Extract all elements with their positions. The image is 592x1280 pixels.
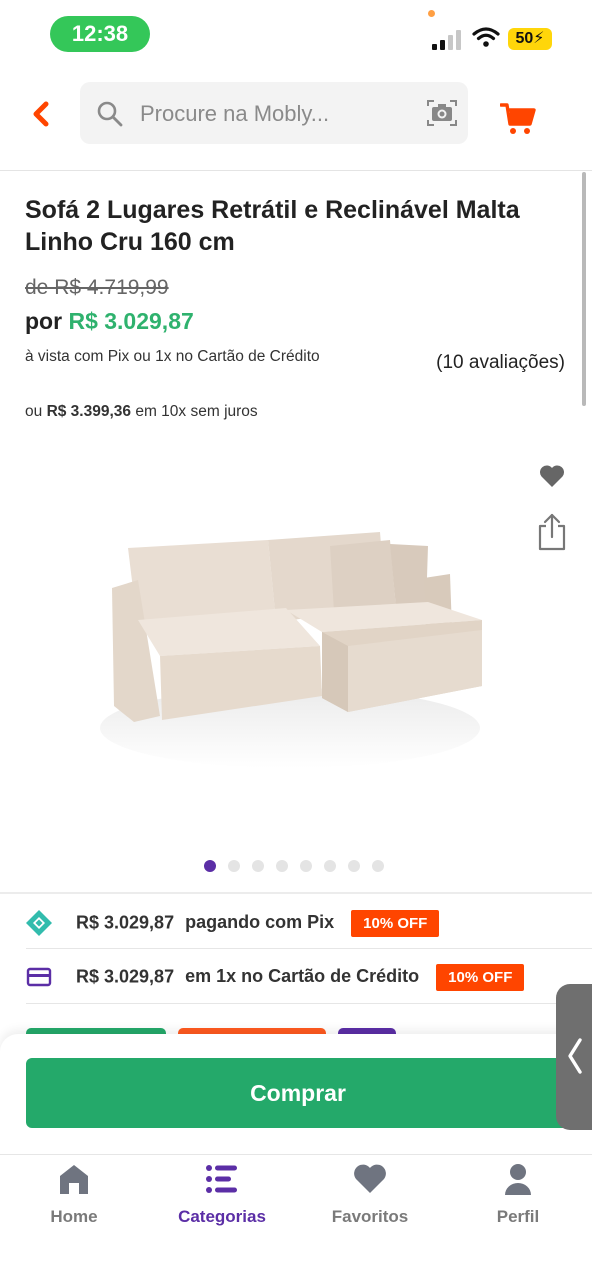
pix-amount: R$ 3.029,87: [76, 912, 175, 933]
section-divider: [0, 892, 592, 894]
nav-favoritos[interactable]: Favoritos: [300, 1161, 440, 1241]
list-icon: [206, 1165, 237, 1193]
nav-perfil[interactable]: Perfil: [448, 1161, 588, 1241]
pix-discount-badge: 10% OFF: [351, 910, 440, 937]
price-value: R$ 3.029,87: [68, 308, 194, 334]
pix-price: R$ 3.029,87 pagando com Pix 10% OFF: [76, 910, 440, 937]
installment-suffix: em 10x sem juros: [135, 403, 258, 420]
nav-perfil-label: Perfil: [496, 1207, 540, 1226]
current-price: por R$ 3.029,87: [25, 308, 194, 335]
side-panel-tab[interactable]: [556, 984, 592, 1130]
gallery-dot[interactable]: [252, 860, 264, 872]
installment-info: ou R$ 3.399,36 em 10x sem juros: [25, 403, 258, 421]
nav-favoritos-label: Favoritos: [331, 1207, 409, 1226]
gallery-dot[interactable]: [276, 860, 288, 872]
gallery-dot[interactable]: [228, 860, 240, 872]
row-divider: [26, 1003, 592, 1004]
favorite-heart-icon[interactable]: [538, 462, 566, 490]
gallery-dot[interactable]: [372, 860, 384, 872]
gallery-dot[interactable]: [204, 860, 216, 872]
nav-home[interactable]: Home: [4, 1161, 144, 1241]
status-bar: 12:38 50⚡: [0, 0, 592, 70]
camera-icon[interactable]: [426, 98, 458, 128]
pix-payment-note: à vista com Pix ou 1x no Cartão de Crédi…: [25, 348, 320, 365]
buy-button[interactable]: Comprar: [26, 1058, 570, 1128]
nav-categorias-label: Categorias: [178, 1207, 266, 1226]
pix-method: pagando com Pix: [185, 912, 335, 933]
product-title: Sofá 2 Lugares Retrátil e Reclinável Mal…: [25, 196, 520, 256]
installment-amount: R$ 3.399,36: [46, 403, 132, 420]
share-icon[interactable]: [534, 512, 570, 552]
pix-icon: [26, 910, 52, 936]
bottom-navigation: Home Categorias Favoritos Perfil: [0, 1154, 592, 1280]
card-method: em 1x no Cartão de Crédito: [185, 966, 420, 987]
chevron-left-icon: [568, 1038, 582, 1074]
credit-card-icon: [26, 967, 52, 987]
price-prefix: por: [25, 308, 63, 334]
search-placeholder: Procure na Mobly...: [140, 101, 330, 126]
gallery-dot[interactable]: [348, 860, 360, 872]
charging-bolt-icon: ⚡: [533, 30, 545, 47]
card-price: R$ 3.029,87 em 1x no Cartão de Crédito 1…: [76, 964, 525, 991]
search-input[interactable]: Procure na Mobly...: [80, 82, 468, 144]
wifi-icon: [472, 27, 500, 47]
reviews-link[interactable]: (10 avaliações): [436, 352, 565, 374]
gallery-pagination: [204, 860, 384, 874]
nav-categorias[interactable]: Categorias: [152, 1161, 292, 1241]
product-image[interactable]: [90, 480, 510, 840]
header-divider: [0, 170, 592, 171]
home-icon: [60, 1165, 88, 1194]
card-discount-badge: 10% OFF: [436, 964, 525, 991]
user-icon: [505, 1164, 531, 1195]
payment-option-pix: R$ 3.029,87 pagando com Pix 10% OFF: [0, 896, 592, 950]
status-time: 12:38: [50, 16, 150, 52]
row-divider: [26, 948, 592, 949]
battery-level: 50: [515, 30, 534, 47]
cellular-signal-icon: [432, 30, 464, 50]
heart-icon: [354, 1164, 386, 1193]
nav-home-label: Home: [50, 1207, 98, 1226]
privacy-indicator-dot: [428, 10, 435, 17]
buy-sheet: Comprar: [0, 1034, 592, 1154]
battery-indicator: 50⚡: [508, 28, 552, 50]
payment-option-card: R$ 3.029,87 em 1x no Cartão de Crédito 1…: [0, 950, 592, 1004]
old-price: de R$ 4.719,99: [25, 276, 169, 299]
installment-prefix: ou: [25, 403, 43, 420]
gallery-dot[interactable]: [324, 860, 336, 872]
cart-icon[interactable]: [500, 102, 536, 136]
back-icon[interactable]: [26, 98, 54, 130]
gallery-dot[interactable]: [300, 860, 312, 872]
scrollbar[interactable]: [582, 172, 586, 406]
top-bar: Procure na Mobly...: [0, 78, 592, 150]
search-icon: [97, 101, 123, 127]
card-amount: R$ 3.029,87: [76, 966, 175, 987]
